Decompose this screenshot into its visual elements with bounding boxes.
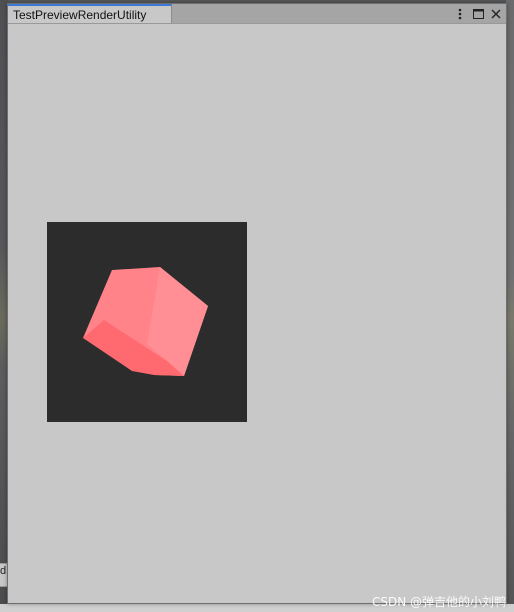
watermark: CSDN @弹吉他的小刘鸭 (371, 595, 506, 609)
render-preview-viewport (47, 222, 247, 422)
window-controls (453, 4, 503, 23)
window-content (8, 24, 506, 603)
background-panel-text: d (0, 565, 7, 577)
tab-label: TestPreviewRenderUtility (13, 8, 147, 22)
maximize-icon[interactable] (471, 7, 485, 21)
desktop-background: d TestPreviewRenderUtility CSDN @弹吉他的小刘鸭 (0, 0, 514, 612)
kebab-menu-icon[interactable] (453, 7, 467, 21)
tab-strip: TestPreviewRenderUtility (8, 4, 506, 24)
close-icon[interactable] (489, 7, 503, 21)
editor-window: TestPreviewRenderUtility (7, 3, 507, 604)
cube-render (83, 267, 208, 376)
background-scene-right-edge (506, 0, 514, 612)
tab-test-preview-render-utility[interactable]: TestPreviewRenderUtility (8, 4, 172, 23)
